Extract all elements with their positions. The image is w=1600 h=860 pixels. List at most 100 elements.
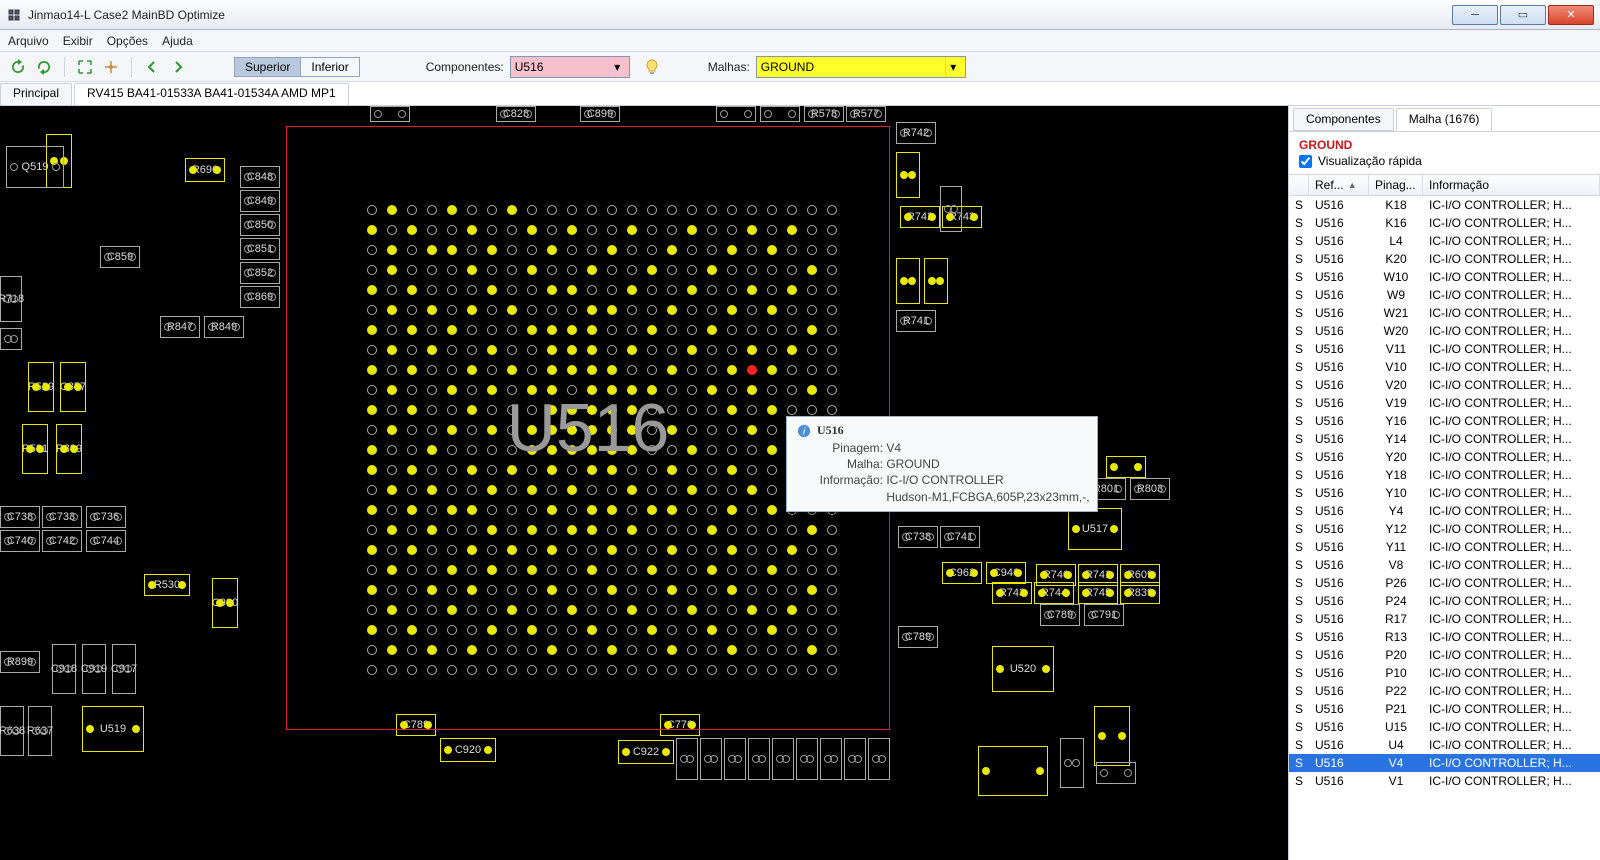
- bga-pin[interactable]: [407, 265, 417, 275]
- bga-pin[interactable]: [587, 445, 597, 455]
- bga-pin[interactable]: [447, 505, 457, 515]
- bga-pin[interactable]: [767, 505, 777, 515]
- bga-pin[interactable]: [827, 365, 837, 375]
- bga-pin[interactable]: [467, 625, 477, 635]
- bga-pin[interactable]: [527, 325, 537, 335]
- fit-icon[interactable]: [75, 57, 95, 77]
- bga-pin[interactable]: [807, 265, 817, 275]
- bga-pin[interactable]: [607, 425, 617, 435]
- bga-pin[interactable]: [467, 245, 477, 255]
- bga-pin[interactable]: [687, 545, 697, 555]
- bga-pin[interactable]: [547, 405, 557, 415]
- bga-pin[interactable]: [807, 365, 817, 375]
- bga-pin[interactable]: [427, 425, 437, 435]
- bga-pin[interactable]: [827, 225, 837, 235]
- bga-pin[interactable]: [707, 305, 717, 315]
- bga-pin[interactable]: [567, 625, 577, 635]
- bga-pin[interactable]: [787, 645, 797, 655]
- bga-pin[interactable]: [587, 665, 597, 675]
- bga-pin[interactable]: [767, 365, 777, 375]
- col-info[interactable]: Informação: [1423, 175, 1600, 195]
- bga-pin[interactable]: [747, 285, 757, 295]
- bga-pin[interactable]: [567, 665, 577, 675]
- bga-pin[interactable]: [607, 325, 617, 335]
- bga-pin[interactable]: [547, 585, 557, 595]
- bga-pin[interactable]: [607, 465, 617, 475]
- bga-pin[interactable]: [707, 665, 717, 675]
- bga-pin[interactable]: [767, 325, 777, 335]
- bga-pin[interactable]: [427, 365, 437, 375]
- bga-pin[interactable]: [527, 625, 537, 635]
- bga-pin[interactable]: [807, 225, 817, 235]
- bga-pin[interactable]: [647, 245, 657, 255]
- bga-pin[interactable]: [487, 225, 497, 235]
- bga-pin[interactable]: [567, 585, 577, 595]
- bga-pin[interactable]: [467, 325, 477, 335]
- bga-pin[interactable]: [427, 645, 437, 655]
- bga-pin[interactable]: [587, 245, 597, 255]
- bga-pin[interactable]: [547, 545, 557, 555]
- bga-pin[interactable]: [787, 245, 797, 255]
- bga-pin[interactable]: [487, 465, 497, 475]
- bga-pin[interactable]: [447, 645, 457, 655]
- bga-pin[interactable]: [807, 625, 817, 635]
- bga-pin[interactable]: [587, 385, 597, 395]
- bga-pin[interactable]: [827, 265, 837, 275]
- bga-pin[interactable]: [707, 285, 717, 295]
- bga-pin[interactable]: [407, 585, 417, 595]
- bga-pin[interactable]: [527, 225, 537, 235]
- bga-pin[interactable]: [647, 565, 657, 575]
- bga-pin[interactable]: [507, 645, 517, 655]
- bga-pin[interactable]: [447, 665, 457, 675]
- bga-pin[interactable]: [567, 205, 577, 215]
- bga-pin[interactable]: [507, 465, 517, 475]
- bga-pin[interactable]: [367, 225, 377, 235]
- bga-pin[interactable]: [547, 445, 557, 455]
- bga-pin[interactable]: [627, 625, 637, 635]
- bga-pin[interactable]: [507, 585, 517, 595]
- bga-pin[interactable]: [647, 485, 657, 495]
- bga-pin[interactable]: [727, 665, 737, 675]
- bga-pin[interactable]: [667, 545, 677, 555]
- bga-pin[interactable]: [707, 405, 717, 415]
- bga-pin[interactable]: [507, 625, 517, 635]
- bga-pin[interactable]: [587, 605, 597, 615]
- bga-pin[interactable]: [387, 325, 397, 335]
- bga-pin[interactable]: [467, 665, 477, 675]
- bga-pin[interactable]: [507, 345, 517, 355]
- bga-pin[interactable]: [827, 345, 837, 355]
- bga-pin[interactable]: [447, 225, 457, 235]
- bga-pin[interactable]: [507, 285, 517, 295]
- bga-pin[interactable]: [447, 525, 457, 535]
- bga-pin[interactable]: [687, 525, 697, 535]
- bga-pin[interactable]: [807, 565, 817, 575]
- bga-pin[interactable]: [407, 565, 417, 575]
- bga-pin[interactable]: [407, 645, 417, 655]
- bga-pin[interactable]: [747, 585, 757, 595]
- menu-arquivo[interactable]: Arquivo: [8, 34, 49, 48]
- bga-pin[interactable]: [627, 525, 637, 535]
- bga-pin[interactable]: [787, 565, 797, 575]
- bga-pin[interactable]: [747, 265, 757, 275]
- bga-pin[interactable]: [767, 645, 777, 655]
- layer-inferior[interactable]: Inferior: [301, 58, 358, 76]
- bga-pin[interactable]: [767, 425, 777, 435]
- table-row[interactable]: SU516K18IC-I/O CONTROLLER; H...: [1289, 196, 1600, 214]
- bga-pin[interactable]: [607, 265, 617, 275]
- bga-pin[interactable]: [607, 245, 617, 255]
- bga-pin[interactable]: [767, 665, 777, 675]
- bga-pin[interactable]: [407, 285, 417, 295]
- bga-pin[interactable]: [647, 225, 657, 235]
- bga-pin[interactable]: [367, 265, 377, 275]
- bga-pin[interactable]: [547, 265, 557, 275]
- bga-pin[interactable]: [567, 565, 577, 575]
- bga-pin[interactable]: [587, 525, 597, 535]
- bga-pin[interactable]: [647, 265, 657, 275]
- bga-pin[interactable]: [627, 305, 637, 315]
- bga-pin[interactable]: [767, 465, 777, 475]
- bga-pin[interactable]: [447, 425, 457, 435]
- bga-pin[interactable]: [687, 505, 697, 515]
- table-row[interactable]: SU516Y14IC-I/O CONTROLLER; H...: [1289, 430, 1600, 448]
- table-row[interactable]: SU516Y10IC-I/O CONTROLLER; H...: [1289, 484, 1600, 502]
- bga-pin[interactable]: [427, 585, 437, 595]
